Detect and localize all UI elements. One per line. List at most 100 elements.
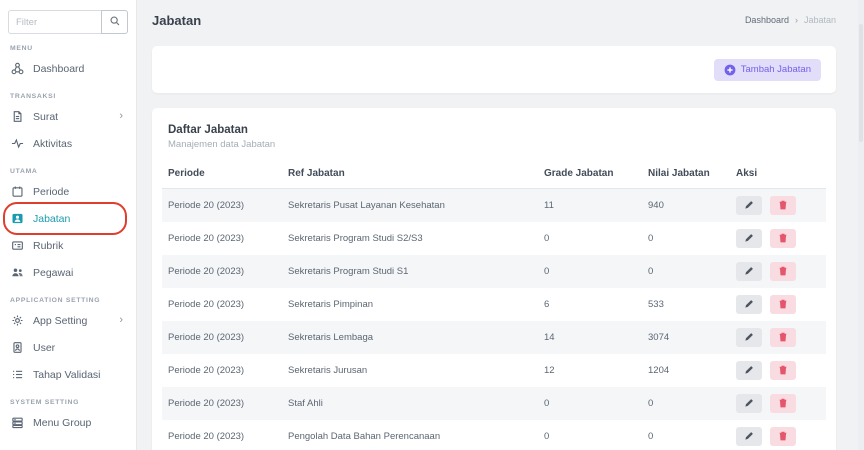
delete-button[interactable]: [770, 427, 796, 446]
delete-button[interactable]: [770, 196, 796, 215]
cell-ref-jabatan: Sekretaris Pimpinan: [282, 288, 538, 321]
sidebar-item-dashboard[interactable]: Dashboard: [0, 55, 136, 82]
cell-grade-jabatan: 11: [538, 189, 642, 222]
sidebar-item-label: Pegawai: [33, 267, 73, 279]
column-header-aksi: Aksi: [730, 160, 826, 189]
column-header-periode: Periode: [162, 160, 282, 189]
breadcrumb: Dashboard › Jabatan: [745, 15, 836, 25]
jabatan-list-card: Daftar Jabatan Manajemen data Jabatan Pe…: [152, 108, 836, 450]
sidebar-item-label: Jabatan: [33, 213, 70, 225]
column-header-ref-jabatan: Ref Jabatan: [282, 160, 538, 189]
delete-button[interactable]: [770, 295, 796, 314]
delete-button[interactable]: [770, 361, 796, 380]
sidebar-item-aktivitas[interactable]: Aktivitas: [0, 130, 136, 157]
sidebar-item-jabatan[interactable]: Jabatan: [0, 205, 136, 232]
page-scrollbar[interactable]: [858, 0, 864, 450]
pencil-icon: [744, 365, 754, 375]
cell-periode: Periode 20 (2023): [162, 387, 282, 420]
cell-ref-jabatan: Sekretaris Program Studi S2/S3: [282, 222, 538, 255]
edit-button[interactable]: [736, 328, 762, 347]
cell-aksi: [730, 255, 826, 288]
table-row: Periode 20 (2023) Sekretaris Program Stu…: [162, 222, 826, 255]
sidebar-item-label: Rubrik: [33, 240, 63, 252]
filter-input[interactable]: [8, 10, 101, 34]
trash-icon: [778, 398, 788, 408]
edit-button[interactable]: [736, 262, 762, 281]
section-label-transaksi: TRANSAKSI: [10, 93, 136, 100]
pencil-icon: [744, 332, 754, 342]
cell-ref-jabatan: Sekretaris Program Studi S1: [282, 255, 538, 288]
cell-nilai-jabatan: 940: [642, 189, 730, 222]
edit-button[interactable]: [736, 361, 762, 380]
pencil-icon: [744, 200, 754, 210]
cell-nilai-jabatan: 0: [642, 222, 730, 255]
cell-grade-jabatan: 6: [538, 288, 642, 321]
delete-button[interactable]: [770, 394, 796, 413]
sidebar-item-label: Dashboard: [33, 63, 84, 75]
search-icon: [109, 15, 121, 30]
stack-icon: [10, 416, 24, 430]
table-row: Periode 20 (2023) Pengolah Data Bahan Pe…: [162, 420, 826, 450]
filter-search-button[interactable]: [101, 10, 128, 34]
cell-nilai-jabatan: 1204: [642, 354, 730, 387]
table-row: Periode 20 (2023) Sekretaris Lembaga 14 …: [162, 321, 826, 354]
sidebar-item-tahap-validasi[interactable]: Tahap Validasi: [0, 361, 136, 388]
sidebar-item-label: App Setting: [33, 315, 87, 327]
table-row: Periode 20 (2023) Sekretaris Pusat Layan…: [162, 189, 826, 222]
breadcrumb-dashboard-link[interactable]: Dashboard: [745, 15, 789, 25]
cell-aksi: [730, 288, 826, 321]
cell-periode: Periode 20 (2023): [162, 354, 282, 387]
delete-button[interactable]: [770, 262, 796, 281]
cell-aksi: [730, 354, 826, 387]
page-title: Jabatan: [152, 13, 201, 28]
sidebar-item-label: User: [33, 342, 55, 354]
card-title: Daftar Jabatan: [168, 124, 820, 136]
trash-icon: [778, 365, 788, 375]
cell-ref-jabatan: Sekretaris Jurusan: [282, 354, 538, 387]
table-header-row: Periode Ref Jabatan Grade Jabatan Nilai …: [162, 160, 826, 189]
edit-button[interactable]: [736, 295, 762, 314]
cell-aksi: [730, 189, 826, 222]
edit-button[interactable]: [736, 427, 762, 446]
sidebar-item-app-setting[interactable]: App Setting ›: [0, 307, 136, 334]
tambah-jabatan-button[interactable]: Tambah Jabatan: [714, 59, 821, 81]
pencil-icon: [744, 398, 754, 408]
users-icon: [10, 266, 24, 280]
edit-button[interactable]: [736, 394, 762, 413]
toolbar-card: Tambah Jabatan: [152, 46, 836, 93]
cell-aksi: [730, 321, 826, 354]
cell-nilai-jabatan: 0: [642, 420, 730, 450]
main-content: Jabatan Dashboard › Jabatan Tambah Jabat…: [138, 0, 864, 450]
pencil-icon: [744, 299, 754, 309]
delete-button[interactable]: [770, 229, 796, 248]
cell-ref-jabatan: Sekretaris Pusat Layanan Kesehatan: [282, 189, 538, 222]
section-label-utama: UTAMA: [10, 168, 136, 175]
sidebar-item-menu-group[interactable]: Menu Group: [0, 409, 136, 436]
cell-periode: Periode 20 (2023): [162, 420, 282, 450]
sidebar-nav: MENU Dashboard TRANSAKSI Surat ›: [0, 45, 136, 436]
sidebar: MENU Dashboard TRANSAKSI Surat ›: [0, 0, 137, 450]
sidebar-item-surat[interactable]: Surat ›: [0, 103, 136, 130]
pencil-icon: [744, 431, 754, 441]
cell-periode: Periode 20 (2023): [162, 288, 282, 321]
page-scrollbar-thumb[interactable]: [859, 24, 863, 142]
sidebar-item-label: Menu Group: [33, 417, 91, 429]
cell-aksi: [730, 420, 826, 450]
cell-ref-jabatan: Sekretaris Lembaga: [282, 321, 538, 354]
jabatan-table-body: Periode 20 (2023) Sekretaris Pusat Layan…: [162, 189, 826, 450]
section-label-menu: MENU: [10, 45, 136, 52]
edit-button[interactable]: [736, 196, 762, 215]
table-row: Periode 20 (2023) Staf Ahli 0 0: [162, 387, 826, 420]
sidebar-item-user[interactable]: User: [0, 334, 136, 361]
sidebar-item-periode[interactable]: Periode: [0, 178, 136, 205]
sidebar-item-pegawai[interactable]: Pegawai: [0, 259, 136, 286]
sidebar-item-rubrik[interactable]: Rubrik: [0, 232, 136, 259]
column-header-grade-jabatan: Grade Jabatan: [538, 160, 642, 189]
list-icon: [10, 368, 24, 382]
edit-button[interactable]: [736, 229, 762, 248]
chevron-right-icon: ›: [119, 111, 123, 122]
delete-button[interactable]: [770, 328, 796, 347]
cell-aksi: [730, 387, 826, 420]
cell-grade-jabatan: 0: [538, 420, 642, 450]
table-row: Periode 20 (2023) Sekretaris Program Stu…: [162, 255, 826, 288]
